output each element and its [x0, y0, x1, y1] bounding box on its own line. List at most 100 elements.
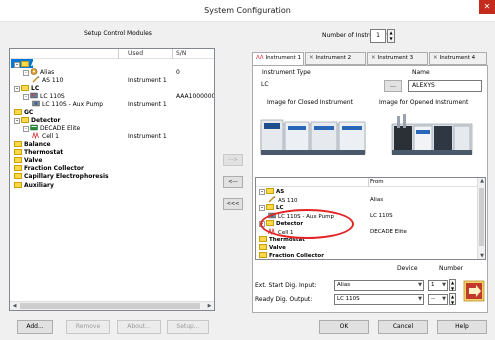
used-column-header[interactable]: Used: [128, 50, 143, 57]
instrument-type-label: Instrument Type: [262, 69, 311, 76]
collapse-icon[interactable]: -: [14, 86, 20, 92]
tree-item-label: DECADE Elite: [40, 125, 81, 132]
collapse-icon[interactable]: -: [23, 70, 29, 76]
instrument-list-label: Valve: [269, 245, 286, 251]
folder-icon: [266, 188, 276, 195]
from-cell: DECADE Elite: [370, 229, 407, 235]
tab-instrument-2[interactable]: ✕ Instrument 2: [305, 52, 366, 65]
folder-icon: [21, 61, 31, 68]
setup-button[interactable]: Setup...: [167, 320, 209, 334]
about-button[interactable]: About...: [117, 320, 161, 334]
tree-item-label: Balance: [24, 141, 51, 148]
tree-item-label: Cell 1: [42, 133, 59, 140]
needle-icon: [32, 76, 42, 84]
collapse-icon[interactable]: -: [259, 205, 265, 211]
folder-icon: [14, 173, 24, 180]
browse-instrument-type-button[interactable]: ...: [384, 80, 402, 92]
sn-cell: 0: [176, 69, 180, 76]
chevron-down-icon: ▼: [418, 282, 422, 288]
ready-device-select[interactable]: LC 110S ▼: [334, 294, 424, 305]
instrument-icon: ΛΛ: [256, 55, 264, 61]
collapse-icon[interactable]: -: [14, 118, 20, 124]
scroll-up-icon[interactable]: ▲: [478, 178, 485, 184]
folder-icon: [21, 85, 31, 92]
remove-from-instrument-button[interactable]: <---: [223, 176, 243, 188]
tree-item-label: LC 110S: [40, 93, 65, 100]
instrument-name-input[interactable]: ALEXYS: [408, 80, 482, 92]
tree-item-label: AS 110: [42, 77, 64, 84]
list-column-header: From: [256, 178, 485, 187]
collapse-icon[interactable]: -: [259, 189, 265, 195]
collapse-icon[interactable]: -: [14, 62, 20, 68]
chevron-down-icon: ▼: [442, 296, 446, 302]
scroll-right-icon[interactable]: ▶: [205, 302, 214, 310]
ext-start-label: Ext. Start Dig. Input:: [255, 282, 317, 289]
add-module-button[interactable]: Add...: [17, 320, 53, 334]
ext-start-device-select[interactable]: Alias ▼: [334, 280, 424, 291]
tab-instrument-4[interactable]: ✕ Instrument 4: [429, 52, 487, 65]
tab-instrument-1[interactable]: ΛΛ Instrument 1: [252, 52, 304, 66]
scroll-down-icon[interactable]: ▼: [478, 253, 485, 259]
ext-start-number-select[interactable]: 1 ▼: [428, 280, 448, 291]
window-title: System Configuration: [204, 6, 291, 15]
scroll-thumb[interactable]: [20, 303, 200, 309]
tree-item-label: LC: [31, 85, 40, 92]
vertical-scrollbar[interactable]: ▲ ▼: [477, 178, 485, 259]
collapse-icon[interactable]: -: [23, 126, 29, 132]
ready-stepper[interactable]: ▲ ▼: [449, 293, 456, 305]
close-icon[interactable]: ✕: [479, 0, 495, 14]
num-instruments-stepper[interactable]: ▲ ▼: [387, 29, 395, 43]
tree-item-label: Fraction Collector: [24, 165, 84, 172]
sn-cell: AAA1000000: [176, 93, 215, 100]
tree-item-label: Thermostat: [24, 149, 64, 156]
add-to-instrument-button[interactable]: --->: [223, 154, 243, 166]
from-column-header[interactable]: From: [370, 179, 384, 185]
ext-start-stepper[interactable]: ▲ ▼: [449, 279, 456, 291]
collapse-icon[interactable]: -: [23, 94, 29, 100]
io-wizard-icon[interactable]: [463, 279, 485, 303]
help-button[interactable]: Help: [437, 320, 487, 334]
opened-image-label: Image for Opened Instrument: [379, 99, 469, 106]
folder-icon: [14, 149, 24, 156]
scroll-left-icon[interactable]: ◀: [10, 302, 19, 310]
horizontal-scrollbar[interactable]: ◀ ▶: [10, 301, 214, 310]
highlight-annotation: [260, 209, 354, 239]
num-instruments-input[interactable]: 1: [370, 29, 386, 43]
device-column-header: Device: [397, 265, 418, 272]
used-cell: Instrument 1: [128, 133, 167, 140]
scroll-thumb[interactable]: [479, 188, 484, 246]
tree-item-label: Capillary Electrophoresis: [24, 173, 109, 180]
instrument-list-label: Fraction Collector: [269, 253, 324, 259]
close-tab-icon[interactable]: ✕: [309, 55, 314, 61]
closed-image-label: Image for Closed Instrument: [267, 99, 353, 106]
used-cell: Instrument 1: [128, 101, 167, 108]
tree-item-label: GC: [24, 109, 34, 116]
ok-button[interactable]: OK: [319, 320, 369, 334]
tree-item-label: AS: [31, 61, 40, 68]
tree-item-label: Alias: [40, 69, 55, 76]
number-column-header: Number: [439, 265, 464, 272]
folder-icon: [14, 182, 24, 189]
tab-instrument-3[interactable]: ✕ Instrument 3: [367, 52, 428, 65]
pump-icon: [32, 100, 42, 108]
cell-icon: [32, 132, 42, 140]
instrument-list-label: AS: [276, 189, 285, 195]
ready-output-label: Ready Dig. Output:: [255, 296, 313, 303]
cancel-button[interactable]: Cancel: [378, 320, 428, 334]
tree-item-label: LC 110S - Aux Pump: [42, 101, 104, 108]
opened-instrument-image[interactable]: [380, 110, 480, 160]
remove-module-button[interactable]: Remove: [66, 320, 110, 334]
instrument-tabs: ΛΛ Instrument 1 ✕ Instrument 2 ✕ Instrument…: [252, 52, 488, 66]
chevron-down-icon: ▼: [418, 296, 422, 302]
folder-icon: [266, 204, 276, 211]
closed-instrument-image[interactable]: [258, 110, 368, 160]
sn-column-header[interactable]: S/N: [176, 50, 186, 57]
folder-icon: [259, 236, 269, 243]
ready-number-select[interactable]: -- ▼: [428, 294, 448, 305]
folder-icon: [14, 165, 24, 172]
title-bar: System Configuration ✕: [0, 0, 495, 22]
remove-all-button[interactable]: <<<: [223, 198, 243, 210]
control-modules-tree[interactable]: Used S/N - AS - Alias 0 AS 110 Instrument 1- LC…: [9, 48, 215, 311]
close-tab-icon[interactable]: ✕: [371, 55, 376, 61]
close-tab-icon[interactable]: ✕: [433, 55, 438, 61]
